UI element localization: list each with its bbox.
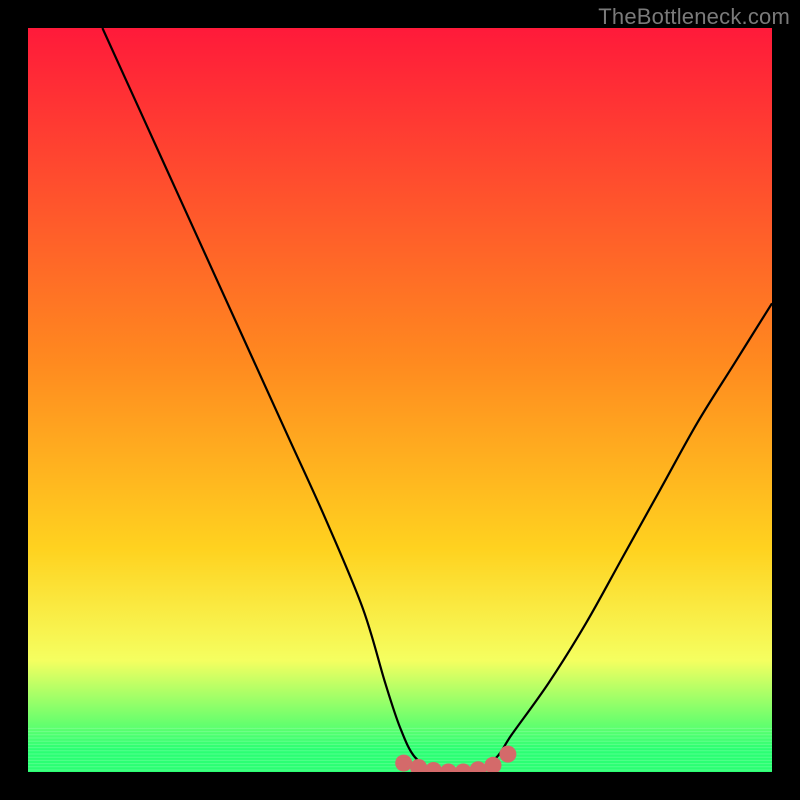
accent-dot xyxy=(395,755,412,772)
bottleneck-chart xyxy=(28,28,772,772)
plot-area xyxy=(28,28,772,772)
accent-dot xyxy=(499,746,516,763)
attribution-watermark: TheBottleneck.com xyxy=(598,4,790,30)
gradient-background xyxy=(28,28,772,772)
chart-frame: TheBottleneck.com xyxy=(0,0,800,800)
